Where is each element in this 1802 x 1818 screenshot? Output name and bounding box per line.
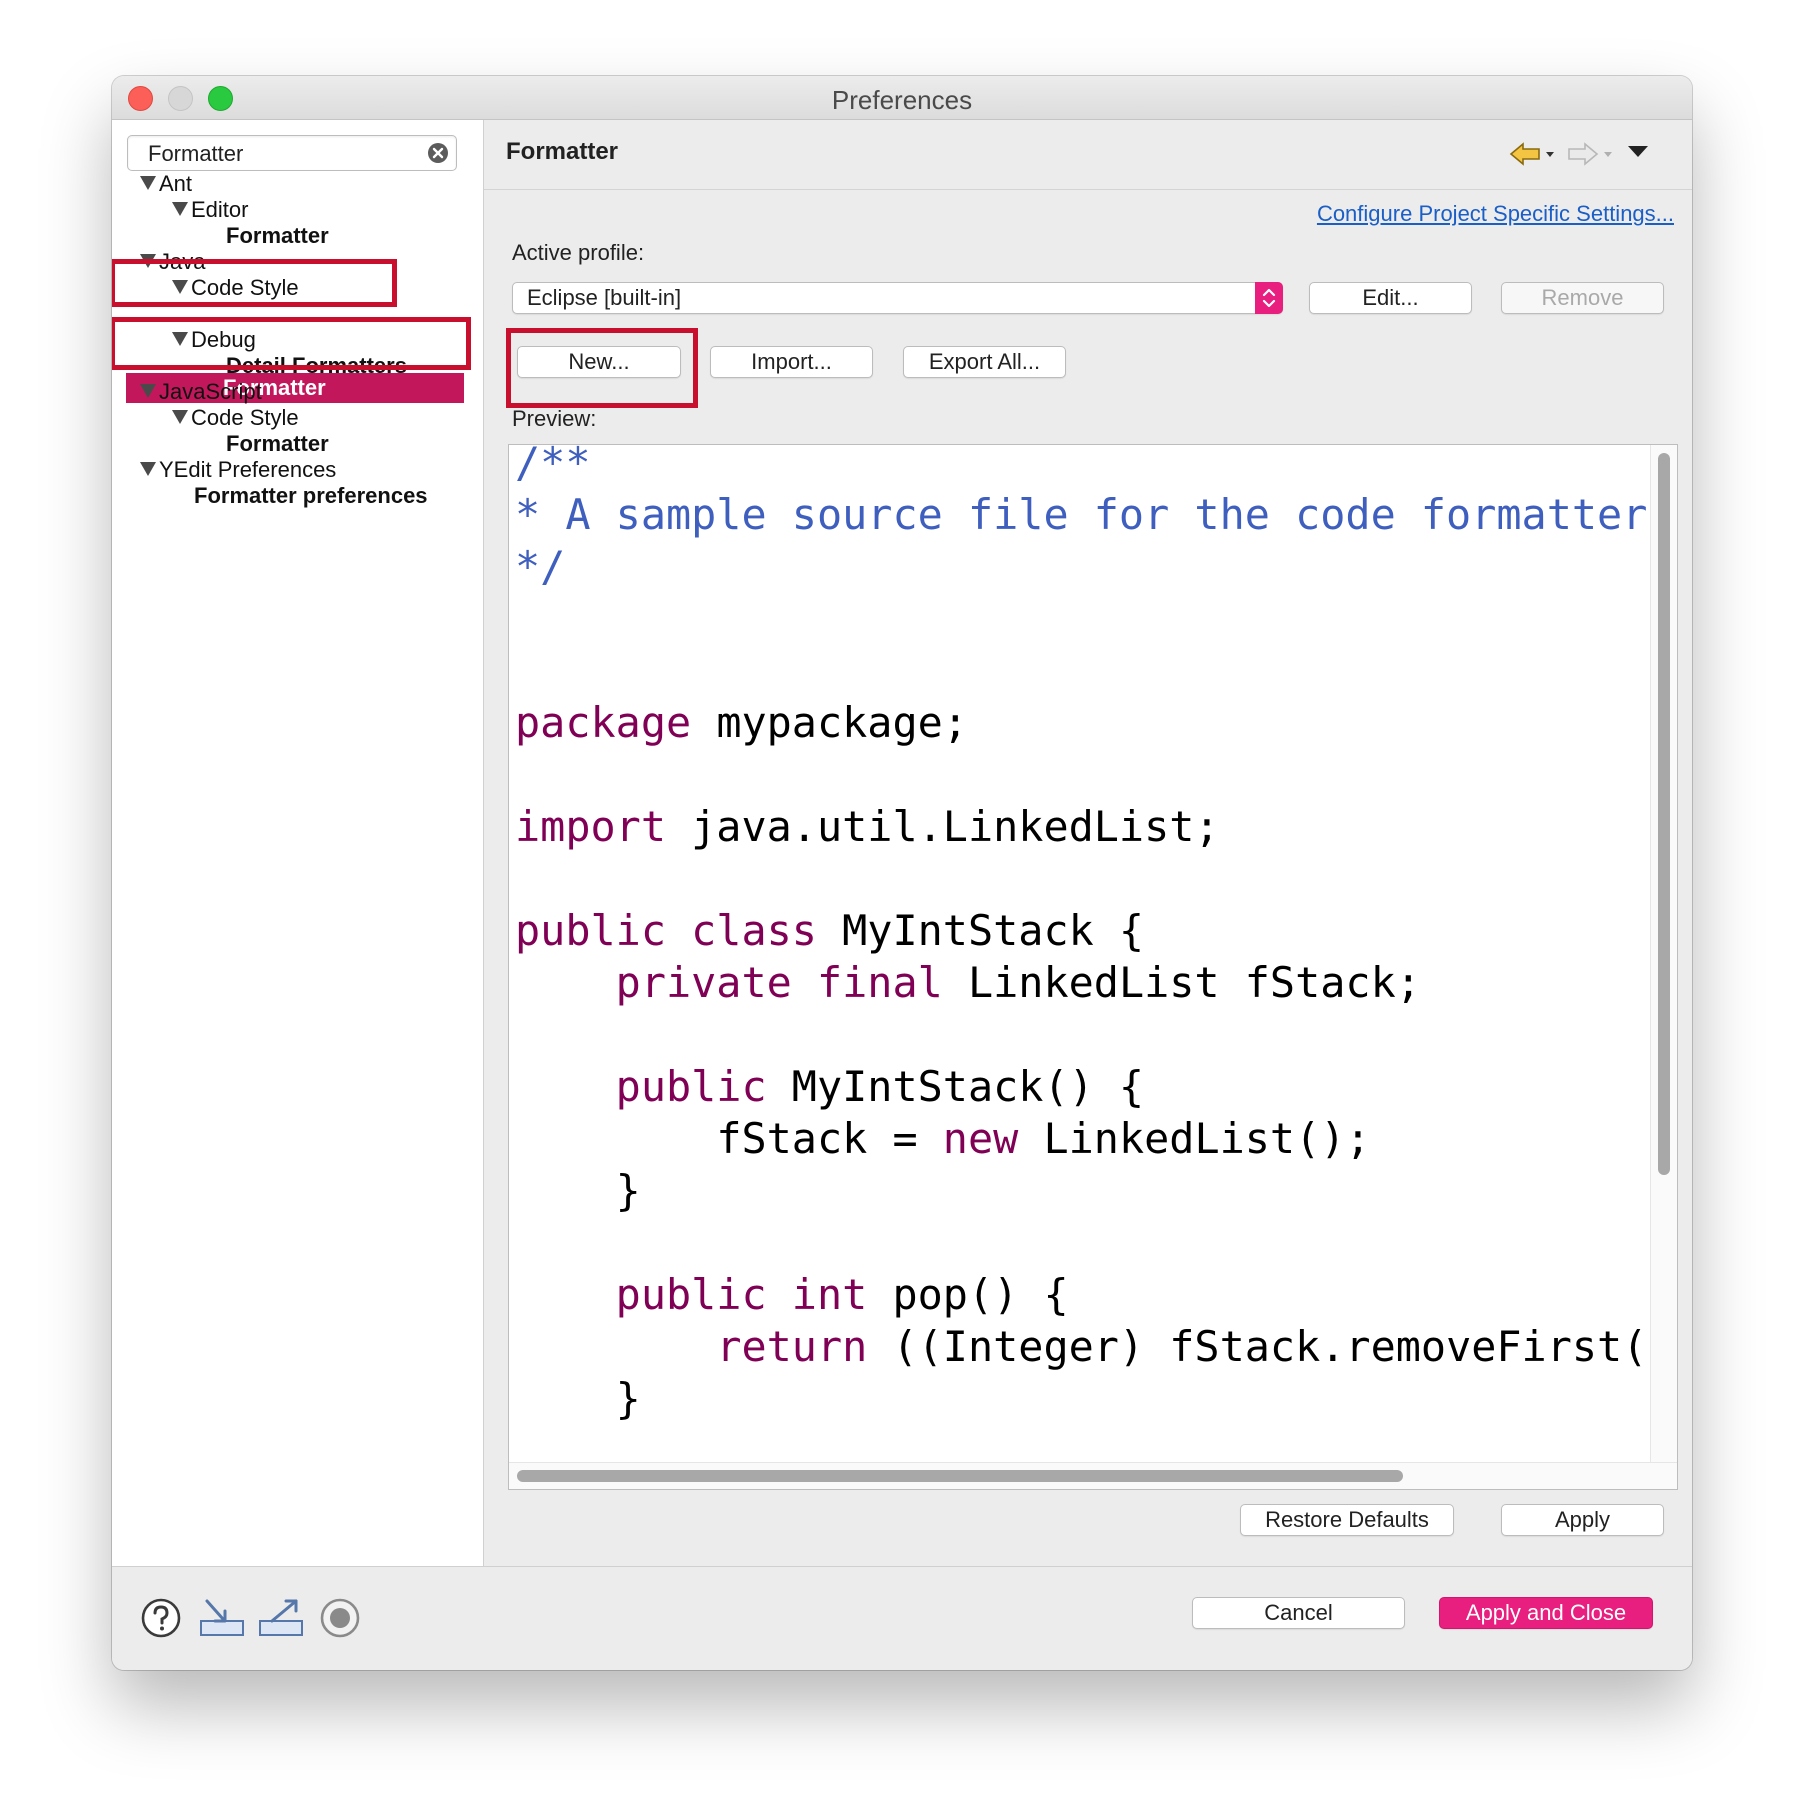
- restore-defaults-button[interactable]: Restore Defaults: [1240, 1504, 1454, 1536]
- window-title: Preferences: [831, 85, 973, 115]
- highlight-java-outline: [112, 259, 397, 307]
- import-profile-button[interactable]: Import...: [710, 346, 873, 378]
- active-profile-select[interactable]: Eclipse [built-in]: [512, 282, 1283, 314]
- page-header: Formatter: [484, 120, 1692, 190]
- preview-code: /** * A sample source file for the code f…: [515, 444, 1678, 1489]
- apply-button[interactable]: Apply: [1501, 1504, 1664, 1536]
- expand-triangle-icon[interactable]: [140, 462, 156, 476]
- record-icon[interactable]: [319, 1597, 361, 1639]
- code-line: fStack = new LinkedList();: [716, 1114, 1371, 1163]
- horizontal-scrollbar[interactable]: [509, 1462, 1677, 1489]
- tree-item-ant-editor-formatter[interactable]: Formatter: [226, 221, 329, 251]
- select-arrows-icon[interactable]: [1255, 282, 1283, 314]
- horizontal-scroll-thumb[interactable]: [517, 1470, 1403, 1482]
- code-line: private final LinkedList fStack;: [615, 958, 1421, 1007]
- apply-and-close-button[interactable]: Apply and Close: [1439, 1597, 1653, 1629]
- code-line: */: [515, 542, 566, 591]
- help-icon[interactable]: [140, 1597, 182, 1639]
- view-menu-icon[interactable]: [1627, 144, 1649, 160]
- import-preferences-icon[interactable]: [199, 1597, 245, 1639]
- code-line: /**: [515, 444, 591, 487]
- preview-label: Preview:: [512, 406, 597, 431]
- forward-arrow-icon[interactable]: [1567, 140, 1613, 170]
- vertical-scroll-thumb[interactable]: [1658, 453, 1670, 1175]
- clear-filter-icon[interactable]: [427, 142, 449, 164]
- active-profile-value: Eclipse [built-in]: [527, 285, 682, 310]
- dialog-footer: Cancel Apply and Close: [112, 1566, 1692, 1670]
- code-line: package mypackage;: [515, 698, 968, 747]
- code-line: public MyIntStack() {: [615, 1062, 1145, 1111]
- edit-profile-button[interactable]: Edit...: [1309, 282, 1472, 314]
- expand-triangle-icon[interactable]: [172, 410, 188, 424]
- expand-triangle-icon[interactable]: [140, 384, 156, 398]
- page-title: Formatter: [506, 138, 619, 165]
- export-preferences-icon[interactable]: [258, 1597, 304, 1639]
- configure-project-settings-link[interactable]: Configure Project Specific Settings...: [1317, 201, 1674, 227]
- expand-triangle-icon[interactable]: [140, 176, 156, 190]
- code-line: }: [615, 1374, 641, 1423]
- tree-item-yedit-formatter-preferences[interactable]: Formatter preferences: [194, 481, 428, 511]
- code-line: return ((Integer) fStack.removeFirst()): [716, 1322, 1678, 1371]
- code-line: }: [615, 1166, 641, 1215]
- code-line: public class MyIntStack {: [515, 906, 1145, 955]
- cancel-button[interactable]: Cancel: [1192, 1597, 1405, 1629]
- export-all-button[interactable]: Export All...: [903, 346, 1066, 378]
- code-line: import java.util.LinkedList;: [515, 802, 1220, 851]
- filter-input[interactable]: [146, 139, 420, 169]
- vertical-scrollbar[interactable]: [1650, 445, 1677, 1463]
- expand-triangle-icon[interactable]: [172, 202, 188, 216]
- active-profile-label: Active profile:: [512, 240, 645, 265]
- code-line: public int pop() {: [615, 1270, 1069, 1319]
- back-arrow-icon[interactable]: [1509, 140, 1555, 170]
- highlight-formatter-outline: [112, 317, 471, 370]
- highlight-new-button-outline: [506, 328, 698, 408]
- remove-profile-button[interactable]: Remove: [1501, 282, 1664, 314]
- code-line: * A sample source file for the code form…: [515, 490, 1678, 539]
- preferences-window: Preferences Ant Editor Formatter Java Co…: [112, 76, 1692, 1670]
- filter-box: [127, 135, 457, 171]
- title-bar[interactable]: Preferences: [112, 76, 1692, 120]
- preview-pane[interactable]: /** * A sample source file for the code f…: [508, 444, 1678, 1490]
